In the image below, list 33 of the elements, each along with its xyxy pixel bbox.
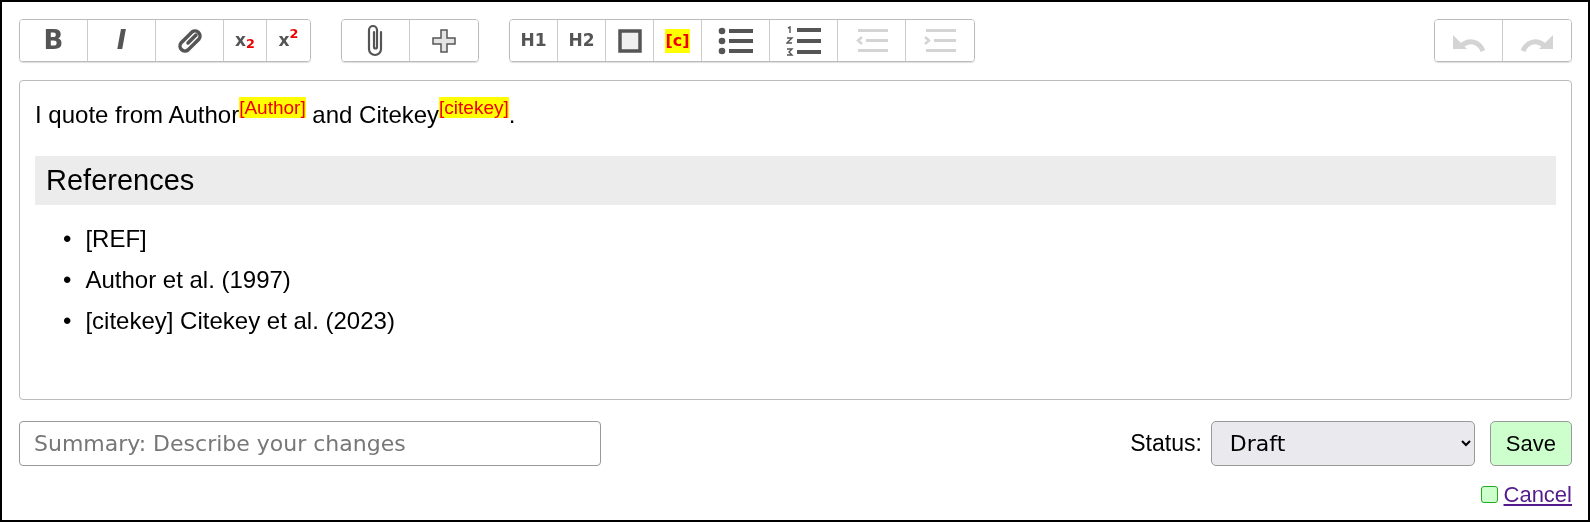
numbered-list-button[interactable]	[770, 20, 838, 61]
heading-button[interactable]: H1	[510, 20, 558, 61]
plus-button[interactable]	[410, 20, 478, 61]
italic-button[interactable]: I	[88, 20, 156, 61]
paperclip-button[interactable]	[342, 20, 410, 61]
save-button[interactable]: Save	[1489, 421, 1572, 466]
cancel-link[interactable]: Cancel	[1503, 478, 1572, 511]
reference-item: [REF]	[85, 224, 147, 255]
bulleted-list-button[interactable]	[702, 20, 770, 61]
frame-icon	[617, 28, 642, 53]
frame-button[interactable]	[606, 20, 654, 61]
numbered-list-icon	[785, 25, 822, 56]
bullet: •	[63, 265, 72, 296]
bulleted-list-icon	[717, 26, 754, 55]
section-heading: References	[35, 155, 1556, 205]
plus-icon	[431, 27, 457, 54]
link-button[interactable]	[156, 20, 224, 61]
outdent-icon	[853, 27, 890, 54]
bullet: •	[63, 306, 72, 337]
summary-field[interactable]: Summary: Describe your changes	[19, 421, 601, 466]
bullet: •	[63, 224, 72, 255]
citation-button[interactable]: [c]	[654, 20, 702, 61]
superscript-button[interactable]: x$^{2}$	[267, 20, 310, 61]
status-dropdown[interactable]: Draft	[1210, 421, 1475, 466]
bold-button[interactable]: B	[20, 20, 88, 61]
checkbox[interactable]	[1480, 486, 1498, 503]
indent-icon	[922, 27, 958, 54]
editor-area[interactable]: I quote from Author$^{[Author]}$ and Citekey$^{[citekey]}$. References • [REF] • Author et al. (1997) • [citekey] Citekey et al. (2023)	[19, 80, 1572, 400]
reference-item: [citekey] Citekey et al. (2023)	[85, 306, 395, 337]
reference-item: Author et al. (1997)	[85, 265, 291, 296]
subscript-button[interactable]: x$_{2}$	[224, 20, 267, 61]
status-label: Status:	[1130, 429, 1202, 459]
heading-button[interactable]: H2	[558, 20, 606, 61]
